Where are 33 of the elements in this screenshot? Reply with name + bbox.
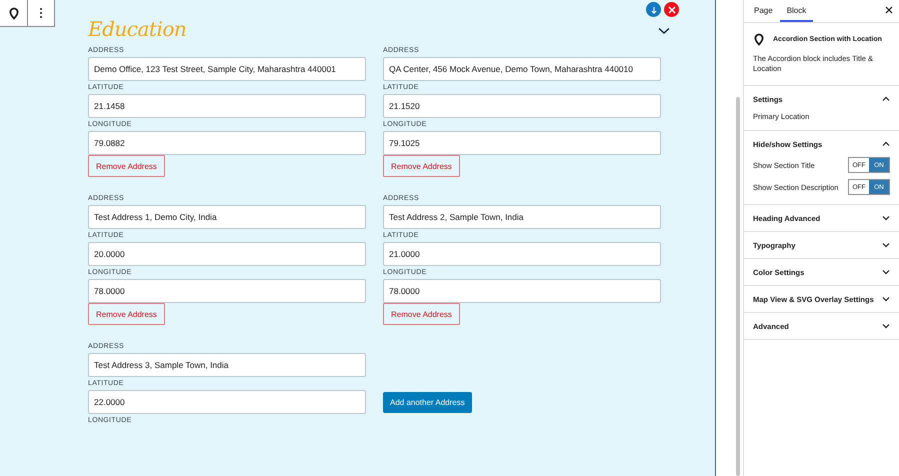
remove-address-button[interactable]: Remove Address xyxy=(88,303,165,325)
input-field[interactable]: 78.0000 xyxy=(88,279,366,303)
location-pin-icon xyxy=(753,33,765,46)
close-icon xyxy=(668,6,676,14)
input-field[interactable]: Demo Office, 123 Test Street, Sample City, Maharashtra 440001 xyxy=(88,57,366,81)
move-down-button[interactable] xyxy=(646,2,661,17)
add-address-button[interactable]: Add another Address xyxy=(383,392,472,413)
sidebar-tab[interactable]: Block xyxy=(780,0,814,22)
input-field[interactable]: 79.0882 xyxy=(88,131,366,155)
close-icon xyxy=(885,6,893,14)
input-field[interactable]: 78.0000 xyxy=(383,279,661,303)
input-field[interactable]: QA Center, 456 Mock Avenue, Demo Town, Maharashtra 440010 xyxy=(383,57,661,81)
chevron-down-icon xyxy=(658,27,670,35)
location-pin-icon xyxy=(8,6,20,20)
input-field[interactable]: 22.0000 xyxy=(88,390,366,414)
input-field[interactable]: 79.1025 xyxy=(383,131,661,155)
input-field[interactable]: 21.1458 xyxy=(88,94,366,118)
input-field[interactable]: Test Address 2, Sample Town, India xyxy=(383,205,661,229)
down-arrow-icon xyxy=(650,6,658,14)
remove-address-button[interactable]: Remove Address xyxy=(383,303,460,325)
input-field[interactable]: Test Address 1, Demo City, India xyxy=(88,205,366,229)
more-options-icon xyxy=(39,7,43,19)
input-field[interactable]: Test Address 3, Sample Town, India xyxy=(88,353,366,377)
input-field[interactable]: 21.1520 xyxy=(383,94,661,118)
sidebar-tab[interactable]: Page xyxy=(747,0,780,22)
input-field[interactable]: 20.0000 xyxy=(88,242,366,266)
section-title: Education xyxy=(88,17,186,41)
remove-address-button[interactable]: Remove Address xyxy=(88,155,165,177)
scrollbar-thumb[interactable] xyxy=(736,97,740,476)
input-field[interactable]: 21.0000 xyxy=(383,242,661,266)
delete-button[interactable] xyxy=(664,2,679,17)
collapse-toggle[interactable] xyxy=(658,27,670,35)
remove-address-button[interactable]: Remove Address xyxy=(383,155,460,177)
